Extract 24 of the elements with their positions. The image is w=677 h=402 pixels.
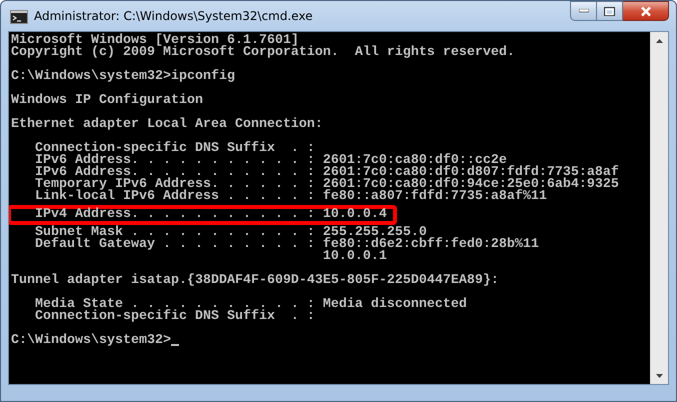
scroll-down-icon[interactable] (656, 374, 663, 378)
command-prompt: C:\Windows\system32> (11, 335, 171, 347)
scrollbar[interactable] (650, 32, 668, 384)
minimize-icon (578, 9, 588, 13)
console-line: Ethernet adapter Local Area Connection: (11, 119, 323, 131)
console-line: Connection-specific DNS Suffix . : (34, 143, 315, 155)
console-line: Link-local IPv6 Address . . . . . : fe80::a807:fdfd:7735:a8af%11 (34, 191, 547, 203)
close-button[interactable] (623, 1, 669, 21)
console-line: Tunnel adapter isatap.{38DDAF4F-609D-43E5-805F-225D0447EA89}: (11, 275, 499, 287)
console-line: 10.0.0.1 (322, 251, 387, 263)
window-title: Administrator: C:\Windows\System32\cmd.exe (34, 9, 314, 23)
console-icon (10, 10, 28, 24)
console-line: C:\Windows\system32>ipconfig (11, 71, 235, 83)
console-line: Copyright (c) 2009 Microsoft Corporation. All rights reserved. (11, 47, 515, 59)
console-line: IPv4 Address. . . . . . . . . . . : 10.0.0.4 (34, 209, 387, 221)
maximize-button[interactable] (597, 1, 623, 21)
console-line: Connection-specific DNS Suffix . : (34, 311, 315, 323)
console-line: Default Gateway . . . . . . . . . : fe80::d6e2:cbff:fed0:28b%11 (34, 239, 539, 251)
scroll-up-icon[interactable] (656, 38, 663, 42)
console-line: Windows IP Configuration (11, 95, 203, 107)
maximize-icon (604, 6, 615, 16)
text-cursor (170, 344, 179, 346)
close-icon (640, 6, 652, 16)
minimize-button[interactable] (570, 1, 597, 21)
